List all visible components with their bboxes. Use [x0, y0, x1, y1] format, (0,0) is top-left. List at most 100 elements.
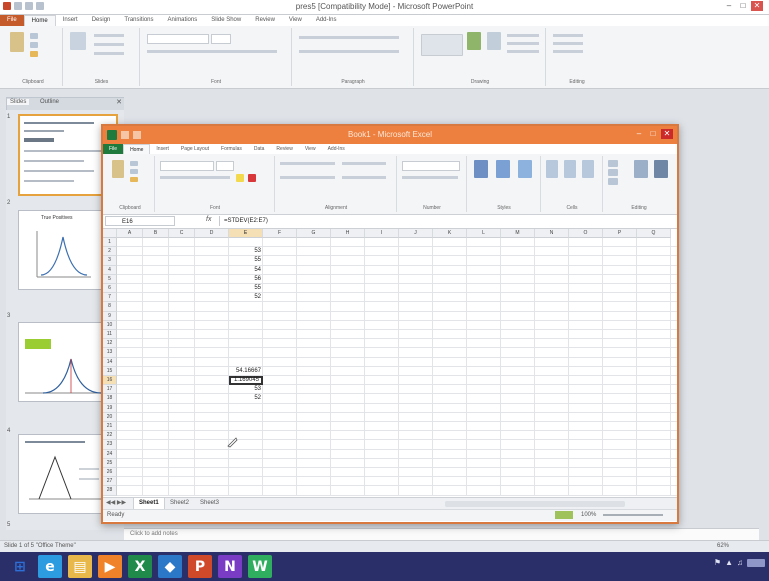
row-header[interactable]: 15	[103, 366, 117, 376]
fill-icon[interactable]	[608, 169, 618, 176]
paste-icon[interactable]	[10, 32, 24, 52]
column-header[interactable]: M	[501, 229, 535, 238]
select-button[interactable]	[553, 50, 583, 53]
row-header[interactable]: 16	[103, 376, 117, 386]
find-select-icon[interactable]	[654, 160, 668, 178]
tab-insert[interactable]: Insert	[56, 15, 85, 26]
formula-input[interactable]: =STDEV(E2:E7)	[219, 216, 674, 226]
cut-icon[interactable]	[130, 161, 138, 166]
sheet-scroll-arrows-icon[interactable]: ◀◀ ▶▶	[106, 499, 126, 506]
tab-home[interactable]: Home	[23, 15, 56, 26]
format-painter-icon[interactable]	[130, 177, 138, 182]
column-header[interactable]: H	[331, 229, 365, 238]
cut-icon[interactable]	[30, 33, 38, 39]
new-slide-icon[interactable]	[70, 32, 86, 50]
column-header[interactable]: B	[143, 229, 169, 238]
tab-add-ins[interactable]: Add-Ins	[309, 15, 344, 26]
delete-cells-icon[interactable]	[564, 160, 576, 178]
row-header[interactable]: 25	[103, 458, 117, 468]
row-header[interactable]: 12	[103, 339, 117, 349]
row-header[interactable]: 6	[103, 284, 117, 294]
column-header[interactable]: G	[297, 229, 331, 238]
merge-center-button[interactable]	[342, 176, 386, 179]
quick-styles-icon[interactable]	[487, 32, 501, 50]
tab-outline[interactable]: Outline	[37, 99, 62, 105]
name-box[interactable]: E16	[105, 216, 175, 226]
column-header[interactable]: P	[603, 229, 637, 238]
format-as-table-icon[interactable]	[496, 160, 510, 178]
tab-view[interactable]: View	[299, 144, 322, 154]
cell[interactable]: 53	[229, 247, 263, 256]
row-header[interactable]: 26	[103, 468, 117, 478]
column-header[interactable]: Q	[637, 229, 671, 238]
normal-view-icon[interactable]	[555, 511, 573, 519]
row-header[interactable]: 8	[103, 302, 117, 312]
shape-fill-button[interactable]	[507, 34, 539, 37]
tab-design[interactable]: Design	[85, 15, 118, 26]
close-button[interactable]: ✕	[661, 129, 673, 139]
word-icon[interactable]: W	[248, 555, 272, 578]
zoom-level[interactable]: 62%	[717, 543, 729, 549]
volume-icon[interactable]: ♫	[737, 558, 743, 567]
cell[interactable]: 56	[229, 275, 263, 284]
arrange-icon[interactable]	[467, 32, 481, 50]
tab-slides[interactable]: Slides	[7, 99, 30, 105]
zoom-level[interactable]: 100%	[581, 512, 596, 518]
section-button[interactable]	[94, 52, 124, 55]
row-header[interactable]: 11	[103, 330, 117, 340]
tab-animations[interactable]: Animations	[161, 15, 205, 26]
clock[interactable]	[747, 558, 765, 567]
row-header[interactable]: 4	[103, 265, 117, 275]
row-header[interactable]: 23	[103, 440, 117, 450]
format-painter-icon[interactable]	[30, 51, 38, 57]
row-header[interactable]: 27	[103, 477, 117, 487]
font-format-buttons[interactable]	[160, 176, 230, 179]
row-header[interactable]: 28	[103, 486, 117, 496]
shapes-gallery[interactable]	[421, 34, 463, 56]
alignment-buttons-row1[interactable]	[280, 162, 335, 165]
cell[interactable]: 53	[229, 385, 263, 394]
column-header[interactable]: F	[263, 229, 297, 238]
active-cell[interactable]: 1.169045	[229, 376, 263, 386]
tab-formulas[interactable]: Formulas	[215, 144, 248, 154]
copy-icon[interactable]	[30, 42, 38, 48]
select-all-corner[interactable]	[103, 229, 117, 238]
row-header[interactable]: 24	[103, 449, 117, 459]
alignment-buttons-row2[interactable]	[280, 176, 335, 179]
tab-transitions[interactable]: Transitions	[117, 15, 160, 26]
onenote-icon[interactable]: N	[218, 555, 242, 578]
shape-effects-button[interactable]	[507, 50, 539, 53]
row-header[interactable]: 14	[103, 357, 117, 367]
row-header[interactable]: 20	[103, 412, 117, 422]
paragraph-buttons-row2[interactable]	[299, 50, 399, 53]
conditional-formatting-icon[interactable]	[474, 160, 488, 178]
column-header[interactable]: K	[433, 229, 467, 238]
font-color-icon[interactable]	[248, 174, 256, 182]
cell-styles-icon[interactable]	[518, 160, 532, 178]
tab-add-ins[interactable]: Add-Ins	[322, 144, 351, 154]
font-name-select[interactable]	[147, 34, 209, 44]
row-header[interactable]: 9	[103, 311, 117, 321]
tab-file[interactable]: File	[103, 144, 124, 154]
media-player-icon[interactable]: ▶	[98, 555, 122, 578]
tab-data[interactable]: Data	[248, 144, 271, 154]
close-pane-icon[interactable]: ✕	[116, 98, 122, 106]
windows-start-icon[interactable]: ⊞	[8, 555, 32, 578]
autosum-icon[interactable]	[608, 160, 618, 167]
network-icon[interactable]: ▲	[725, 558, 733, 567]
minimize-button[interactable]: –	[723, 1, 735, 11]
cell[interactable]: 55	[229, 256, 263, 265]
cell[interactable]: 52	[229, 394, 263, 403]
close-button[interactable]: ✕	[751, 1, 763, 11]
clear-icon[interactable]	[608, 178, 618, 185]
powerpoint-icon[interactable]: P	[188, 555, 212, 578]
column-header[interactable]: D	[195, 229, 229, 238]
sort-filter-icon[interactable]	[634, 160, 648, 178]
internet-explorer-icon[interactable]: e	[38, 555, 62, 578]
zoom-slider[interactable]	[603, 514, 663, 516]
paste-icon[interactable]	[112, 160, 124, 178]
layout-button[interactable]	[94, 34, 124, 37]
minimize-button[interactable]: –	[633, 129, 645, 139]
reset-button[interactable]	[94, 43, 124, 46]
maximize-button[interactable]: □	[737, 1, 749, 11]
